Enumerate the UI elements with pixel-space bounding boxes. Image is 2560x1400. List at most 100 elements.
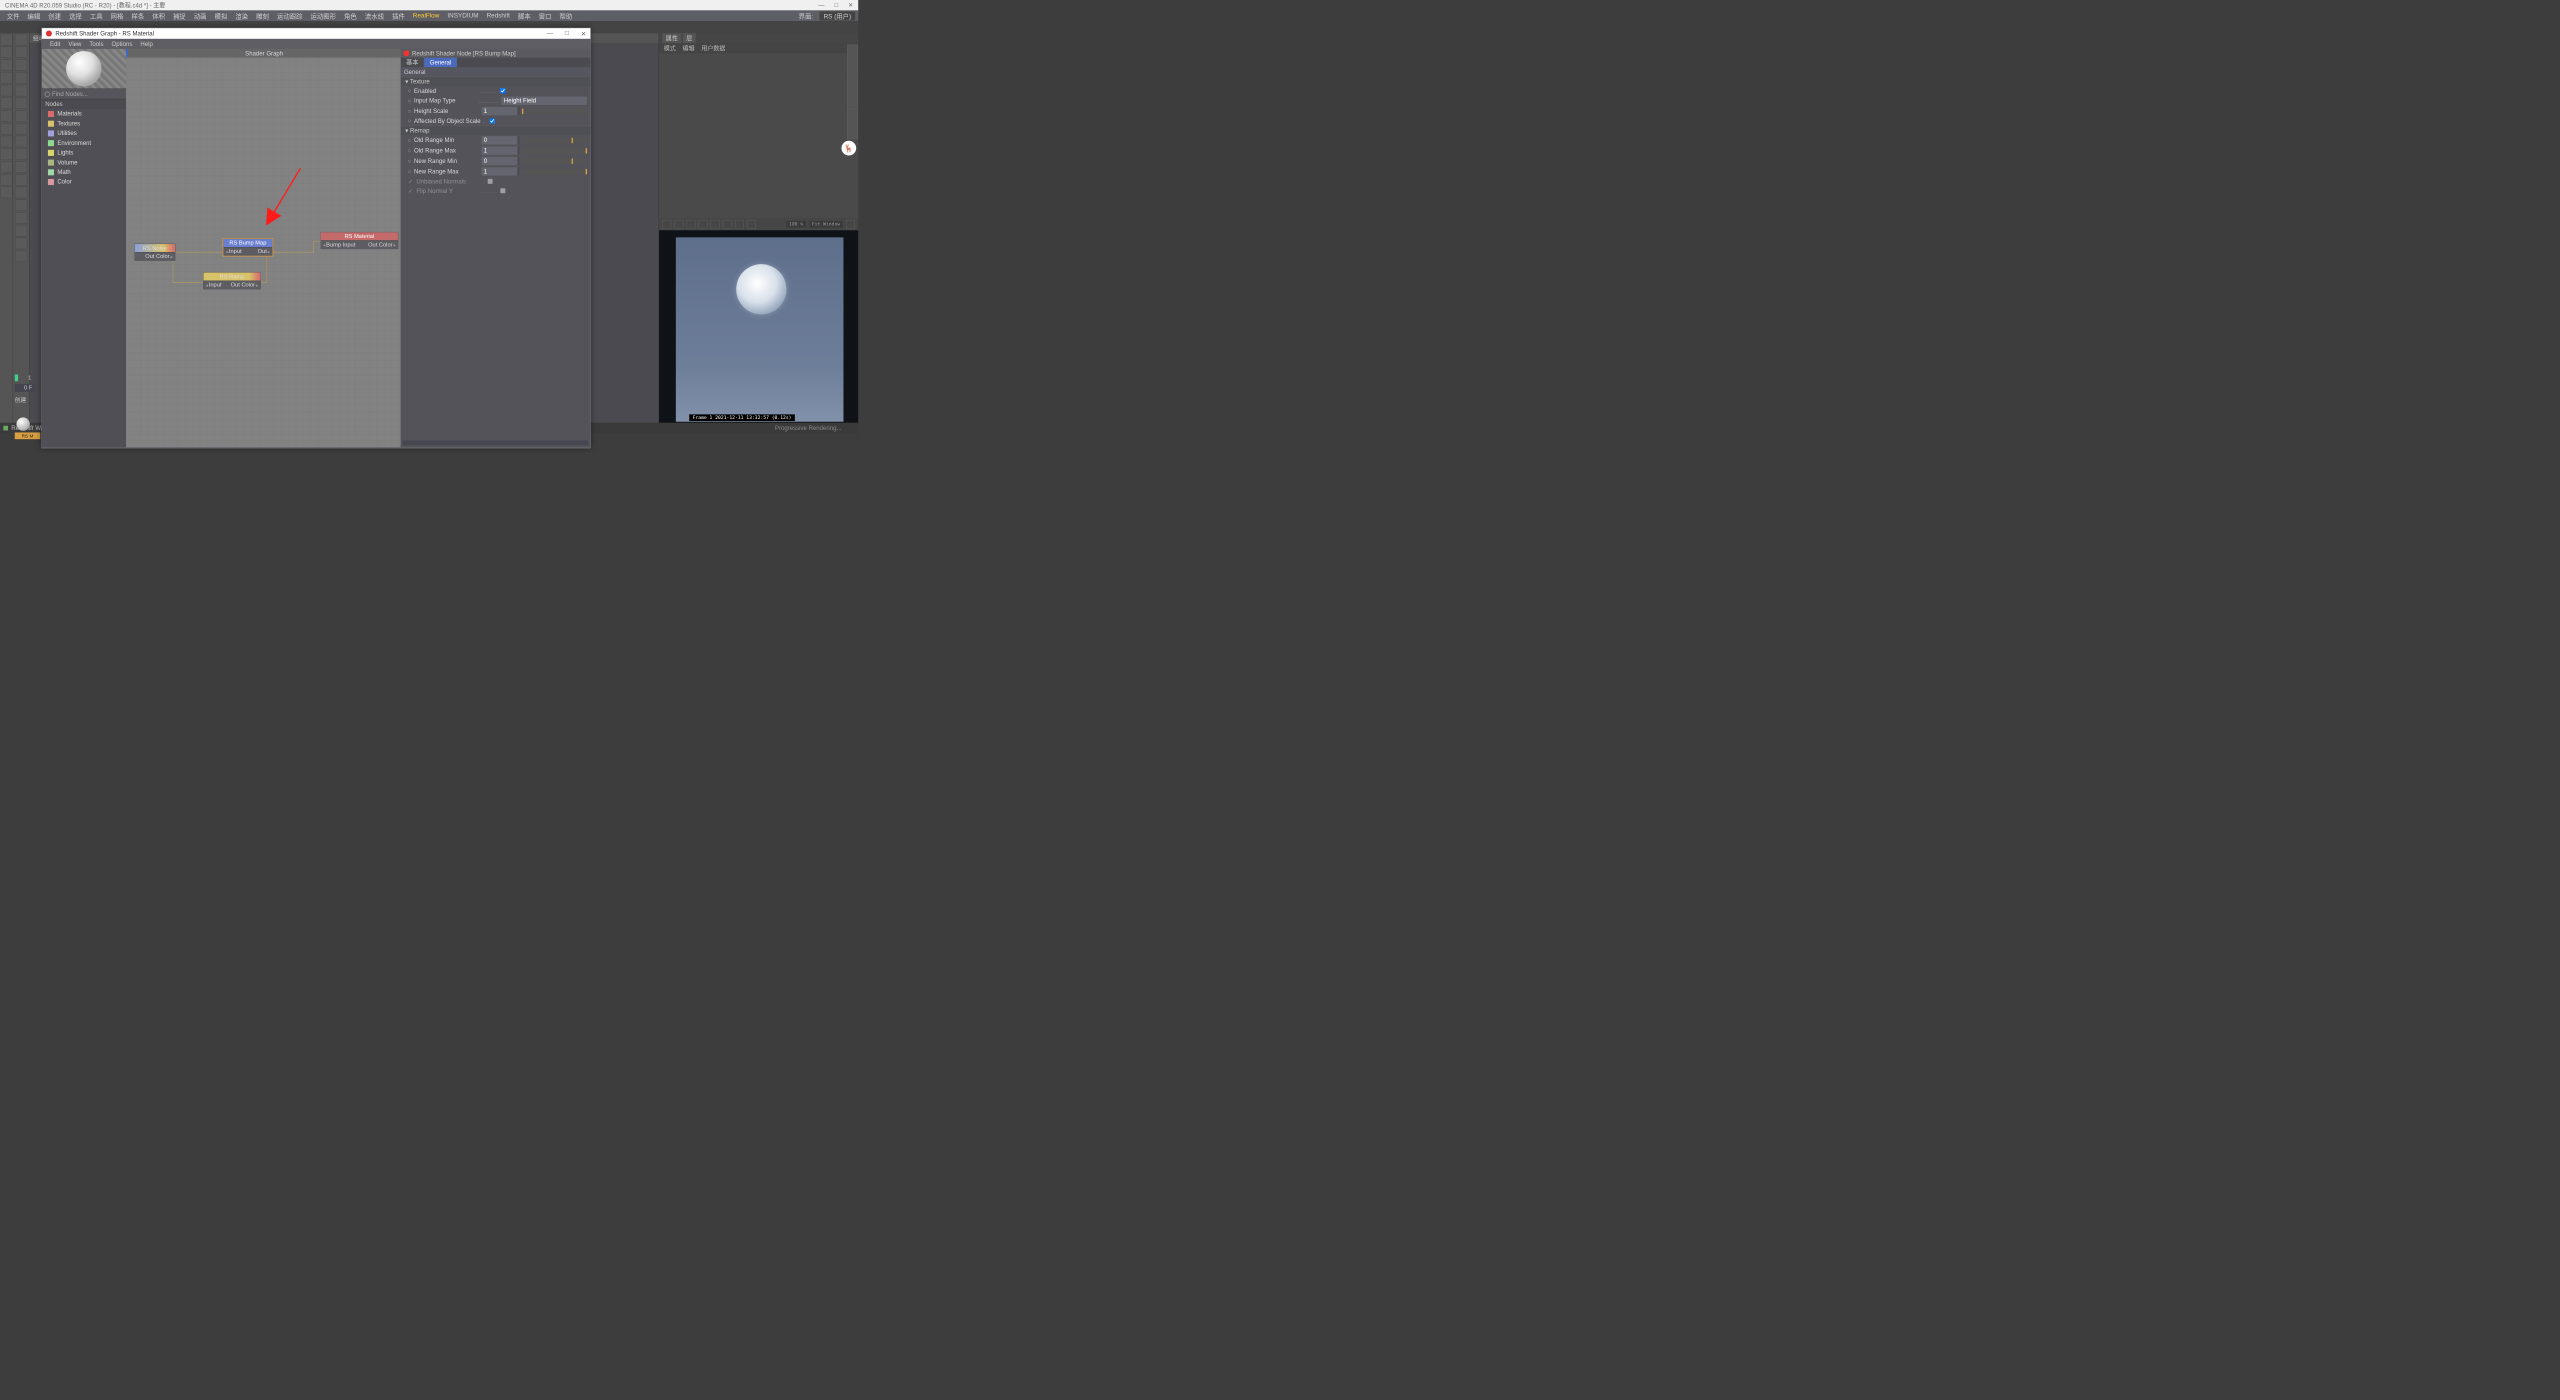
tool-icon[interactable] [15, 212, 27, 223]
old-range-max-input[interactable]: 1 [482, 147, 520, 155]
material-preview[interactable] [42, 49, 126, 89]
tool-icon[interactable] [15, 161, 27, 172]
old-range-min-input[interactable]: 0 [482, 136, 520, 144]
shader-menu-item[interactable]: Options [108, 40, 137, 47]
attr-tab[interactable]: 层 [683, 33, 696, 43]
menu-item[interactable]: 插件 [388, 11, 409, 20]
preview-gear-icon[interactable] [846, 220, 855, 229]
tool-icon[interactable] [15, 98, 27, 109]
menu-item[interactable]: INSYDIUM [443, 12, 482, 19]
tool-icon[interactable] [15, 136, 27, 147]
layout-dropdown[interactable]: RS (用户) [819, 11, 855, 21]
new-range-min-input[interactable]: 0 [482, 157, 520, 165]
node-rs-bump-map[interactable]: RS Bump Map InputOut [223, 239, 272, 256]
menu-item[interactable]: 动画 [190, 11, 211, 20]
menu-item[interactable]: 文件 [3, 11, 24, 20]
menu-item[interactable]: Redshift [483, 12, 514, 19]
tool-icon[interactable] [0, 34, 12, 45]
tool-icon[interactable] [15, 199, 27, 210]
old-range-max-slider[interactable] [522, 148, 587, 153]
menu-item[interactable]: 渲染 [231, 11, 252, 20]
menu-item[interactable]: 捕捉 [169, 11, 190, 20]
tool-icon[interactable] [0, 149, 12, 160]
shader-menu-item[interactable]: Help [136, 40, 156, 47]
shader-window-max[interactable]: □ [565, 29, 569, 37]
menu-item[interactable]: 运动跟踪 [273, 11, 307, 20]
tool-icon[interactable] [15, 59, 27, 70]
enabled-checkbox[interactable] [500, 88, 505, 93]
menu-item[interactable]: 编辑 [23, 11, 44, 20]
new-range-max-slider[interactable] [522, 169, 587, 174]
tool-icon[interactable] [0, 136, 12, 147]
node-cat-volume[interactable]: Volume [42, 158, 126, 168]
shader-window-close[interactable]: ✕ [581, 29, 587, 37]
node-cat-math[interactable]: Math [42, 167, 126, 177]
menu-item[interactable]: 创建 [44, 11, 65, 20]
window-close[interactable]: ✕ [848, 2, 853, 9]
shader-menu-item[interactable]: Edit [46, 40, 64, 47]
menu-item[interactable]: 流水线 [361, 11, 388, 20]
tool-icon[interactable] [15, 110, 27, 121]
material-slot[interactable]: RS M [15, 416, 40, 453]
tool-icon[interactable] [15, 250, 27, 261]
node-rs-ramp[interactable]: RS Ramp InputOut Color [203, 272, 261, 289]
preview-btn-snow-icon[interactable] [687, 220, 696, 229]
tool-icon[interactable] [0, 174, 12, 185]
menu-item[interactable]: 窗口 [535, 11, 556, 20]
tab-general[interactable]: General [424, 57, 457, 67]
node-cat-lights[interactable]: Lights [42, 148, 126, 158]
preview-btn-image-icon[interactable] [723, 220, 732, 229]
menu-item[interactable]: 运动图形 [306, 11, 340, 20]
tool-icon[interactable] [0, 72, 12, 83]
menu-item[interactable]: 选择 [65, 11, 86, 20]
affected-checkbox[interactable] [489, 118, 494, 123]
tool-icon[interactable] [0, 98, 12, 109]
side-tab[interactable] [847, 76, 858, 107]
preview-zoom[interactable]: 100 % [786, 221, 805, 228]
menu-item[interactable]: 体积 [148, 11, 169, 20]
side-tab[interactable] [847, 108, 858, 139]
assistant-badge-icon[interactable]: 🦌 [841, 141, 856, 156]
new-range-max-input[interactable]: 1 [482, 167, 520, 175]
shader-props-scrollbar[interactable] [403, 441, 589, 446]
tool-icon[interactable] [15, 149, 27, 160]
tool-icon[interactable] [15, 85, 27, 96]
attr-sub[interactable]: 用户数据 [701, 44, 725, 53]
tool-icon[interactable] [0, 110, 12, 121]
menu-item[interactable]: 脚本 [514, 11, 535, 20]
section-texture[interactable]: ▾ Texture [401, 77, 591, 86]
section-remap[interactable]: ▾ Remap [401, 126, 591, 135]
tool-icon[interactable] [15, 47, 27, 58]
side-tab[interactable] [847, 45, 858, 76]
window-min[interactable]: — [818, 2, 824, 9]
node-rs-noise[interactable]: RS Noise Out Color [134, 244, 175, 261]
node-cat-materials[interactable]: Materials [42, 109, 126, 119]
menu-item[interactable]: 工具 [86, 11, 107, 20]
preview-btn-lock-icon[interactable] [662, 220, 671, 229]
tool-icon[interactable] [0, 47, 12, 58]
menu-item[interactable]: 帮助 [556, 11, 577, 20]
tool-icon[interactable] [0, 123, 12, 134]
preview-btn-layers-icon[interactable] [711, 220, 720, 229]
menu-item[interactable]: 网格 [107, 11, 128, 20]
height-scale-input[interactable]: 1 [482, 107, 520, 115]
tool-icon[interactable] [15, 34, 27, 45]
node-cat-textures[interactable]: Textures [42, 119, 126, 129]
preview-fit[interactable]: Fit Window [809, 221, 843, 228]
node-cat-environment[interactable]: Environment [42, 138, 126, 148]
menu-realflow[interactable]: RealFlow [409, 12, 444, 19]
shader-menu-item[interactable]: Tools [85, 40, 107, 47]
height-scale-slider[interactable] [522, 108, 587, 113]
window-max[interactable]: □ [834, 2, 838, 9]
tool-icon[interactable] [15, 174, 27, 185]
shader-window-titlebar[interactable]: Redshift Shader Graph - RS Material — □ … [42, 28, 590, 39]
tool-icon[interactable] [15, 225, 27, 236]
preview-btn-copy-icon[interactable] [747, 220, 756, 229]
shader-canvas[interactable]: Shader Graph RS Noise Out Color [126, 49, 401, 447]
shader-menu-item[interactable]: View [64, 40, 85, 47]
tool-icon[interactable] [0, 161, 12, 172]
tool-icon[interactable] [15, 72, 27, 83]
tool-icon[interactable] [15, 123, 27, 134]
preview-btn-stack-icon[interactable] [735, 220, 744, 229]
find-nodes-input[interactable]: Find Nodes... [42, 89, 126, 100]
